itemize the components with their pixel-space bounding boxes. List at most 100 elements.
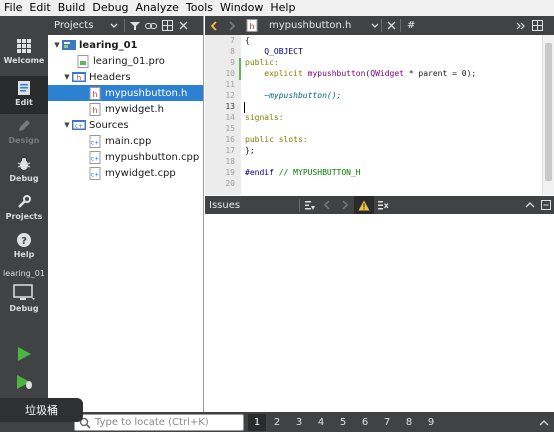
code-line: public:	[245, 58, 279, 67]
filter-issues-icon[interactable]	[300, 200, 318, 211]
toggle-output-icon[interactable]	[536, 414, 552, 431]
mode-sidebar: Welcome Edit Design Debug Projects ? Hel…	[0, 16, 48, 416]
projects-pane-header: Projects	[48, 16, 203, 35]
code-line: ~mypushbutton();	[245, 91, 342, 100]
code-line: signals:	[245, 113, 284, 122]
issues-list[interactable]	[205, 214, 554, 412]
tree-item-main-cpp[interactable]: c+ main.cpp	[48, 133, 203, 149]
line-number-current: 13	[225, 102, 235, 111]
mode-edit[interactable]: Edit	[0, 76, 48, 114]
output-pane-button-2[interactable]: 2	[268, 414, 286, 431]
menu-debug[interactable]: Debug	[88, 0, 131, 16]
output-pane-button-7[interactable]: 7	[378, 414, 396, 431]
tree-item-pro-file[interactable]: learing_01.pro	[48, 53, 203, 69]
tree-item-headers[interactable]: ▼ h Headers	[48, 69, 203, 85]
code-editor[interactable]: { Q_OBJECT public: explicit mypushbutton…	[241, 35, 542, 195]
line-number: 16	[225, 135, 235, 144]
mode-help[interactable]: ? Help	[0, 232, 48, 270]
line-number: 18	[225, 157, 235, 166]
editor-toolbar: h mypushbutton.h #	[205, 16, 554, 35]
output-pane-button-4[interactable]: 4	[312, 414, 330, 431]
mode-debug[interactable]: Debug	[0, 156, 48, 194]
symbol-label: #	[407, 20, 416, 31]
bug-icon	[17, 158, 31, 170]
open-document-name: mypushbutton.h	[269, 20, 352, 31]
split-editor-icon[interactable]	[529, 16, 545, 35]
prev-issue-icon[interactable]	[318, 200, 336, 210]
issues-pane-header: Issues	[205, 196, 554, 214]
line-number-gutter: 7 8 9 10 11 12 13 14 15 16 17 18 19 20	[205, 35, 241, 195]
menu-window[interactable]: Window	[216, 0, 266, 16]
tree-item-mypushbutton-cpp[interactable]: c+ mypushbutton.cpp	[48, 149, 203, 165]
code-line: {	[245, 36, 250, 45]
close-issues-icon[interactable]	[538, 200, 554, 210]
warning-filter-icon[interactable]	[354, 196, 374, 214]
menu-analyze[interactable]: Analyze	[132, 0, 182, 16]
forward-arrow-icon[interactable]	[223, 16, 241, 35]
menu-build[interactable]: Build	[54, 0, 89, 16]
run-button[interactable]	[0, 342, 48, 366]
tree-item-sources[interactable]: ▼ c+ Sources	[48, 117, 203, 133]
file-type-icon: h	[241, 16, 263, 35]
split-icon[interactable]	[159, 16, 175, 35]
expand-arrow-icon[interactable]: ▼	[62, 69, 72, 85]
tree-item-mywidget-h[interactable]: h mywidget.h	[48, 101, 203, 117]
document-chevron-icon[interactable]	[369, 16, 381, 35]
more-chevron-icon[interactable]	[513, 16, 529, 35]
locator-input[interactable]: Type to locate (Ctrl+K)	[74, 414, 244, 431]
tree-item-mywidget-cpp[interactable]: c+ mywidget.cpp	[48, 165, 203, 181]
projects-pane: Projects ▼ learing_01 learing_01.pro ▼ h…	[48, 16, 204, 416]
output-pane-button-8[interactable]: 8	[400, 414, 418, 431]
header-file-icon: h	[88, 102, 102, 116]
code-line-endif: #endif // MYPUSHBUTTON_H	[245, 168, 361, 177]
back-arrow-icon[interactable]	[205, 16, 223, 35]
clear-issues-icon[interactable]	[374, 200, 392, 211]
output-pane-button-6[interactable]: 6	[356, 414, 374, 431]
line-number: 11	[225, 80, 235, 89]
tree-item-project[interactable]: ▼ learing_01	[48, 37, 203, 53]
expand-arrow-icon[interactable]: ▼	[52, 37, 62, 53]
mode-design[interactable]: Design	[0, 118, 48, 156]
code-line: Q_OBJECT	[245, 47, 303, 56]
open-document-select[interactable]: mypushbutton.h	[263, 16, 369, 35]
output-pane-button-3[interactable]: 3	[290, 414, 308, 431]
locator-placeholder: Type to locate (Ctrl+K)	[95, 417, 209, 428]
tooltip: 垃圾桶	[0, 398, 83, 422]
menu-file[interactable]: File	[0, 0, 25, 16]
debug-run-button[interactable]	[0, 370, 48, 394]
editor-vertical-scrollbar[interactable]	[542, 35, 554, 195]
menu-help[interactable]: Help	[266, 0, 298, 16]
line-number: 14	[225, 113, 235, 122]
tree-item-mypushbutton-h[interactable]: h mypushbutton.h	[48, 85, 203, 101]
output-pane-button-9[interactable]: 9	[422, 414, 440, 431]
next-issue-icon[interactable]	[336, 200, 354, 210]
menu-edit[interactable]: Edit	[25, 0, 53, 16]
link-icon[interactable]	[143, 16, 159, 35]
mode-welcome[interactable]: Welcome	[0, 38, 48, 76]
code-line-explicit: explicit mypushbutton(QWidget * parent =…	[245, 69, 477, 78]
output-pane-button-5[interactable]: 5	[334, 414, 352, 431]
kit-selector[interactable]: Debug	[0, 284, 48, 322]
close-pane-icon[interactable]	[175, 16, 191, 35]
cpp-file-icon: c+	[88, 150, 102, 164]
mode-design-label: Design	[8, 136, 40, 145]
mode-help-label: Help	[13, 250, 35, 259]
kit-project-label: learing_01	[3, 269, 45, 278]
folder-h-icon: h	[72, 70, 86, 84]
output-pane-button-1[interactable]: 1	[248, 414, 266, 431]
document-icon	[18, 81, 30, 95]
menu-tools[interactable]: Tools	[182, 0, 216, 16]
mode-welcome-label: Welcome	[3, 56, 45, 65]
divider	[124, 19, 125, 32]
menu-bar: File Edit Build Debug Analyze Tools Wind…	[0, 0, 554, 16]
filter-icon[interactable]	[127, 16, 143, 35]
view-select-chevron-icon[interactable]	[106, 16, 122, 35]
mode-projects[interactable]: Projects	[0, 194, 48, 232]
close-document-icon[interactable]	[382, 16, 400, 35]
monitor-icon	[13, 284, 35, 300]
maximize-pane-icon[interactable]	[522, 201, 538, 209]
expand-arrow-icon[interactable]: ▼	[62, 117, 72, 133]
tree-item-label: mywidget.cpp	[105, 167, 176, 179]
scrollbar-thumb[interactable]	[545, 43, 552, 181]
symbol-select[interactable]: #	[401, 16, 513, 35]
